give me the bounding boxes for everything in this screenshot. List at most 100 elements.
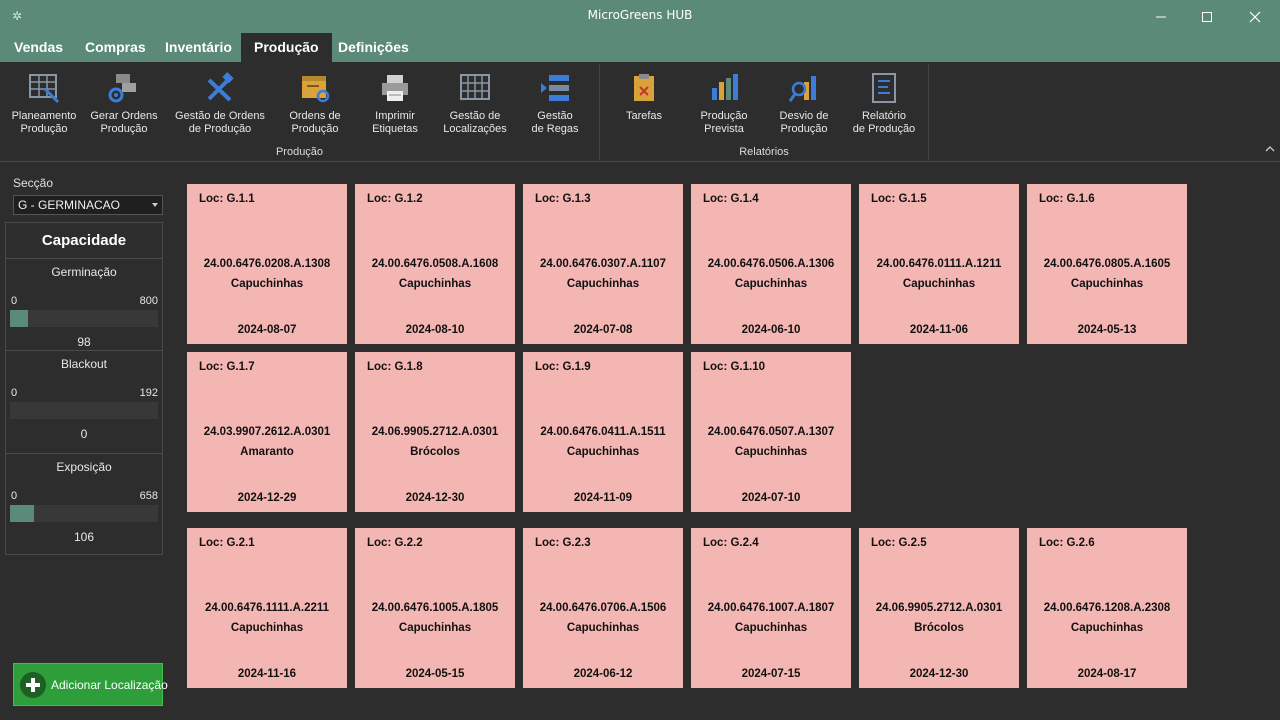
maximize-icon bbox=[1202, 11, 1212, 22]
capacity-name: Blackout bbox=[60, 357, 108, 371]
group-label-relatorios: Relatórios bbox=[739, 146, 789, 158]
add-location-button[interactable]: Adicionar Localização bbox=[13, 663, 168, 706]
orders-box-icon bbox=[302, 76, 330, 103]
chart-search-icon bbox=[788, 76, 816, 102]
gestao-ordens-producao-button[interactable]: Gestão de Ordens de Produção bbox=[170, 72, 270, 138]
tab-inventario[interactable]: Inventário bbox=[152, 33, 245, 62]
desvio-producao-button[interactable]: Desvio de Produção bbox=[762, 72, 846, 138]
ordens-producao-button[interactable]: Ordens de Produção bbox=[273, 72, 357, 138]
title-bar: ✲ MicroGreens HUB bbox=[0, 0, 1280, 33]
clipboard-icon bbox=[634, 74, 654, 101]
location-card[interactable]: Loc: G.2.5 24.06.9905.2712.A.0301 Brócol… bbox=[859, 528, 1019, 688]
tab-vendas[interactable]: Vendas bbox=[1, 33, 76, 62]
card-date: 2024-07-15 bbox=[741, 668, 801, 680]
location-card[interactable]: Loc: G.2.1 24.00.6476.1111.A.2211 Capuch… bbox=[187, 528, 347, 688]
window-title: MicroGreens HUB bbox=[587, 8, 693, 22]
minimize-icon bbox=[1156, 16, 1166, 17]
location-card[interactable]: Loc: G.1.9 24.00.6476.0411.A.1511 Capuch… bbox=[523, 352, 683, 512]
card-batch-code: 24.06.9905.2712.A.0301 bbox=[371, 426, 499, 438]
card-batch-code: 24.00.6476.1111.A.2211 bbox=[204, 602, 330, 614]
imprimir-etiquetas-label: Imprimir Etiquetas bbox=[372, 110, 418, 135]
card-date: 2024-07-10 bbox=[741, 492, 801, 504]
card-batch-code: 24.00.6476.0411.A.1511 bbox=[540, 426, 666, 438]
gestao-regas-button[interactable]: Gestão de Regas bbox=[513, 72, 597, 138]
location-card[interactable]: Loc: G.2.6 24.00.6476.1208.A.2308 Capuch… bbox=[1027, 528, 1187, 688]
capacity-blackout: Blackout 0 192 0 bbox=[6, 350, 162, 450]
gerar-ordens-producao-button[interactable]: Gerar Ordens Produção bbox=[82, 72, 166, 138]
card-batch-code: 24.00.6476.0307.A.1107 bbox=[540, 258, 666, 270]
ribbon: Planeamento Produção Gerar Ordens Produç… bbox=[0, 62, 1280, 162]
tab-producao[interactable]: Produção bbox=[241, 33, 332, 62]
section-label: Secção bbox=[13, 176, 54, 190]
location-card[interactable]: Loc: G.1.2 24.00.6476.0508.A.1608 Capuch… bbox=[355, 184, 515, 344]
location-card[interactable]: Loc: G.2.4 24.00.6476.1007.A.1807 Capuch… bbox=[691, 528, 851, 688]
card-batch-code: 24.03.9907.2612.A.0301 bbox=[203, 426, 331, 438]
close-button[interactable] bbox=[1232, 0, 1278, 33]
tarefas-label: Tarefas bbox=[625, 110, 663, 122]
gestao-localizacoes-button[interactable]: Gestão de Localizações bbox=[433, 72, 517, 138]
location-card[interactable]: Loc: G.1.10 24.00.6476.0507.A.1307 Capuc… bbox=[691, 352, 851, 512]
location-card[interactable]: Loc: G.1.3 24.00.6476.0307.A.1107 Capuch… bbox=[523, 184, 683, 344]
watering-list-icon bbox=[541, 75, 569, 101]
report-icon bbox=[872, 73, 896, 103]
collapse-ribbon-icon[interactable] bbox=[1263, 142, 1277, 156]
card-date: 2024-08-17 bbox=[1077, 668, 1137, 680]
menu-tabs: Vendas Compras Inventário Produção Defin… bbox=[0, 33, 1280, 62]
card-date: 2024-11-09 bbox=[573, 492, 633, 504]
location-card[interactable]: Loc: G.1.5 24.00.6476.0111.A.1211 Capuch… bbox=[859, 184, 1019, 344]
location-card[interactable]: Loc: G.2.3 24.00.6476.0706.A.1506 Capuch… bbox=[523, 528, 683, 688]
card-crop: Capuchinhas bbox=[230, 278, 304, 290]
imprimir-etiquetas-button[interactable]: Imprimir Etiquetas bbox=[353, 72, 437, 138]
group-label-producao: Produção bbox=[275, 146, 324, 158]
card-crop: Capuchinhas bbox=[1070, 622, 1144, 634]
card-crop: Capuchinhas bbox=[902, 278, 976, 290]
tarefas-button[interactable]: Tarefas bbox=[602, 72, 686, 138]
card-crop: Capuchinhas bbox=[734, 278, 808, 290]
planeamento-producao-button[interactable]: Planeamento Produção bbox=[2, 72, 86, 138]
card-date: 2024-06-12 bbox=[573, 668, 633, 680]
card-location: Loc: G.1.4 bbox=[703, 193, 759, 205]
card-location: Loc: G.2.5 bbox=[871, 537, 927, 549]
card-batch-code: 24.00.6476.0508.A.1608 bbox=[371, 258, 499, 270]
card-crop: Capuchinhas bbox=[1070, 278, 1144, 290]
locations-grid-icon bbox=[460, 74, 490, 100]
card-location: Loc: G.1.8 bbox=[367, 361, 423, 373]
printer-icon bbox=[382, 75, 408, 101]
location-card[interactable]: Loc: G.1.4 24.00.6476.0506.A.1306 Capuch… bbox=[691, 184, 851, 344]
card-batch-code: 24.00.6476.0208.A.1308 bbox=[203, 258, 331, 270]
card-location: Loc: G.2.1 bbox=[199, 537, 255, 549]
capacity-value: 98 bbox=[77, 335, 91, 349]
tab-compras[interactable]: Compras bbox=[72, 33, 159, 62]
card-batch-code: 24.00.6476.1005.A.1805 bbox=[371, 602, 499, 614]
card-batch-code: 24.00.6476.0805.A.1605 bbox=[1043, 258, 1171, 270]
close-icon bbox=[1249, 11, 1261, 22]
relatorio-producao-button[interactable]: Relatório de Produção bbox=[842, 72, 926, 138]
section-select[interactable]: G - GERMINACAO bbox=[13, 195, 163, 215]
card-location: Loc: G.1.1 bbox=[199, 193, 255, 205]
location-card[interactable]: Loc: G.2.2 24.00.6476.1005.A.1805 Capuch… bbox=[355, 528, 515, 688]
section-select-value: G - GERMINACAO bbox=[18, 198, 121, 212]
card-batch-code: 24.00.6476.0506.A.1306 bbox=[707, 258, 835, 270]
maximize-button[interactable] bbox=[1184, 0, 1230, 33]
card-batch-code: 24.00.6476.0111.A.1211 bbox=[876, 258, 1002, 270]
card-date: 2024-05-15 bbox=[405, 668, 465, 680]
minimize-button[interactable] bbox=[1138, 0, 1184, 33]
card-location: Loc: G.1.9 bbox=[535, 361, 591, 373]
desvio-producao-label: Desvio de Produção bbox=[779, 110, 829, 135]
location-card[interactable]: Loc: G.1.8 24.06.9905.2712.A.0301 Brócol… bbox=[355, 352, 515, 512]
capacity-progress-bar bbox=[10, 310, 158, 327]
tab-definicoes[interactable]: Definições bbox=[325, 33, 422, 62]
card-date: 2024-12-30 bbox=[909, 668, 969, 680]
producao-prevista-button[interactable]: Produção Prevista bbox=[682, 72, 766, 138]
card-date: 2024-12-30 bbox=[405, 492, 465, 504]
capacity-min: 0 bbox=[11, 387, 18, 399]
card-crop: Capuchinhas bbox=[398, 622, 472, 634]
location-card[interactable]: Loc: G.1.6 24.00.6476.0805.A.1605 Capuch… bbox=[1027, 184, 1187, 344]
card-date: 2024-11-06 bbox=[909, 324, 969, 336]
location-card[interactable]: Loc: G.1.1 24.00.6476.0208.A.1308 Capuch… bbox=[187, 184, 347, 344]
card-batch-code: 24.00.6476.1208.A.2308 bbox=[1043, 602, 1171, 614]
location-card[interactable]: Loc: G.1.7 24.03.9907.2612.A.0301 Amaran… bbox=[187, 352, 347, 512]
card-location: Loc: G.2.4 bbox=[703, 537, 759, 549]
card-date: 2024-05-13 bbox=[1077, 324, 1137, 336]
capacity-progress-bar bbox=[10, 505, 158, 522]
